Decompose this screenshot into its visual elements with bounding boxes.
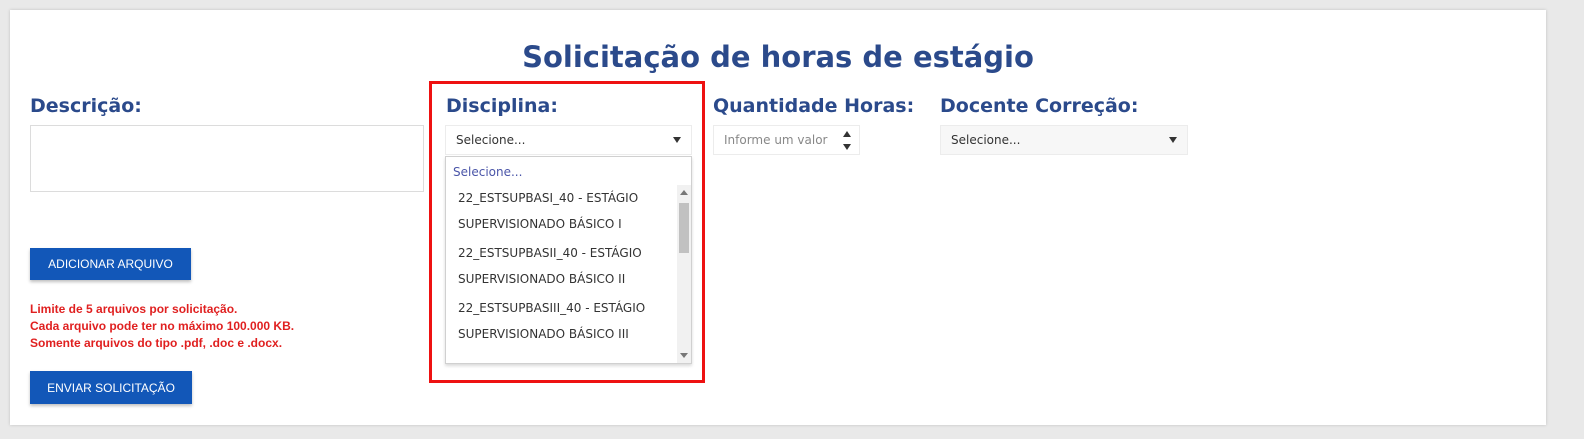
- chevron-down-icon: [673, 137, 681, 143]
- disciplina-dropdown: Selecione... 22_ESTSUPBASI_40 - ESTÁGIO …: [445, 156, 692, 364]
- send-request-button[interactable]: ENVIAR SOLICITAÇÃO: [30, 371, 192, 404]
- spin-down-icon[interactable]: [843, 144, 851, 150]
- dropdown-option-line: 22_ESTSUPBASI_40 - ESTÁGIO: [458, 191, 639, 205]
- scrollbar-thumb[interactable]: [679, 203, 689, 253]
- dropdown-options-list: 22_ESTSUPBASI_40 - ESTÁGIO SUPERVISIONAD…: [446, 185, 677, 363]
- warning-line: Limite de 5 arquivos por solicitação.: [30, 302, 238, 316]
- dropdown-option-line: 22_ESTSUPBASIII_40 - ESTÁGIO: [458, 301, 646, 315]
- disciplina-select[interactable]: Selecione...: [445, 125, 692, 155]
- chevron-down-icon: [1169, 137, 1177, 143]
- warning-line: Cada arquivo pode ter no máximo 100.000 …: [30, 319, 295, 333]
- scroll-up-icon[interactable]: [680, 190, 688, 195]
- page-title: Solicitação de horas de estágio: [522, 40, 1034, 74]
- spin-up-icon[interactable]: [843, 131, 851, 137]
- docente-label: Docente Correção:: [940, 95, 1139, 117]
- quantidade-placeholder: Informe um valor: [724, 133, 828, 147]
- quantidade-input[interactable]: Informe um valor: [713, 125, 860, 155]
- dropdown-scrollbar[interactable]: [677, 185, 691, 363]
- disciplina-label: Disciplina:: [446, 95, 558, 117]
- dropdown-option[interactable]: 22_ESTSUPBASIII_40 - ESTÁGIO SUPERVISION…: [446, 295, 677, 350]
- dropdown-option-line: SUPERVISIONADO BÁSICO III: [458, 327, 629, 341]
- quantidade-label: Quantidade Horas:: [713, 95, 915, 117]
- dropdown-option[interactable]: 22_ESTSUPBASII_40 - ESTÁGIO SUPERVISIONA…: [446, 240, 677, 295]
- warning-line: Somente arquivos do tipo .pdf, .doc e .d…: [30, 336, 283, 350]
- docente-select[interactable]: Selecione...: [940, 125, 1188, 155]
- file-limits-warning: Limite de 5 arquivos por solicitação. Ca…: [30, 301, 294, 352]
- dropdown-option-line: 22_ESTSUPBASII_40 - ESTÁGIO: [458, 246, 642, 260]
- dropdown-placeholder-option[interactable]: Selecione...: [453, 165, 522, 179]
- add-file-button[interactable]: ADICIONAR ARQUIVO: [30, 248, 191, 280]
- descricao-label: Descrição:: [30, 95, 142, 117]
- dropdown-option-line: SUPERVISIONADO BÁSICO II: [458, 272, 626, 286]
- form-card: Solicitação de horas de estágio Descriçã…: [10, 10, 1546, 425]
- dropdown-option[interactable]: 22_ESTSUPBASI_40 - ESTÁGIO SUPERVISIONAD…: [446, 185, 677, 240]
- docente-select-value: Selecione...: [951, 133, 1021, 147]
- scroll-down-icon[interactable]: [680, 353, 688, 358]
- descricao-textarea[interactable]: [30, 125, 424, 192]
- dropdown-option-line: SUPERVISIONADO BÁSICO I: [458, 217, 622, 231]
- disciplina-select-value: Selecione...: [456, 133, 526, 147]
